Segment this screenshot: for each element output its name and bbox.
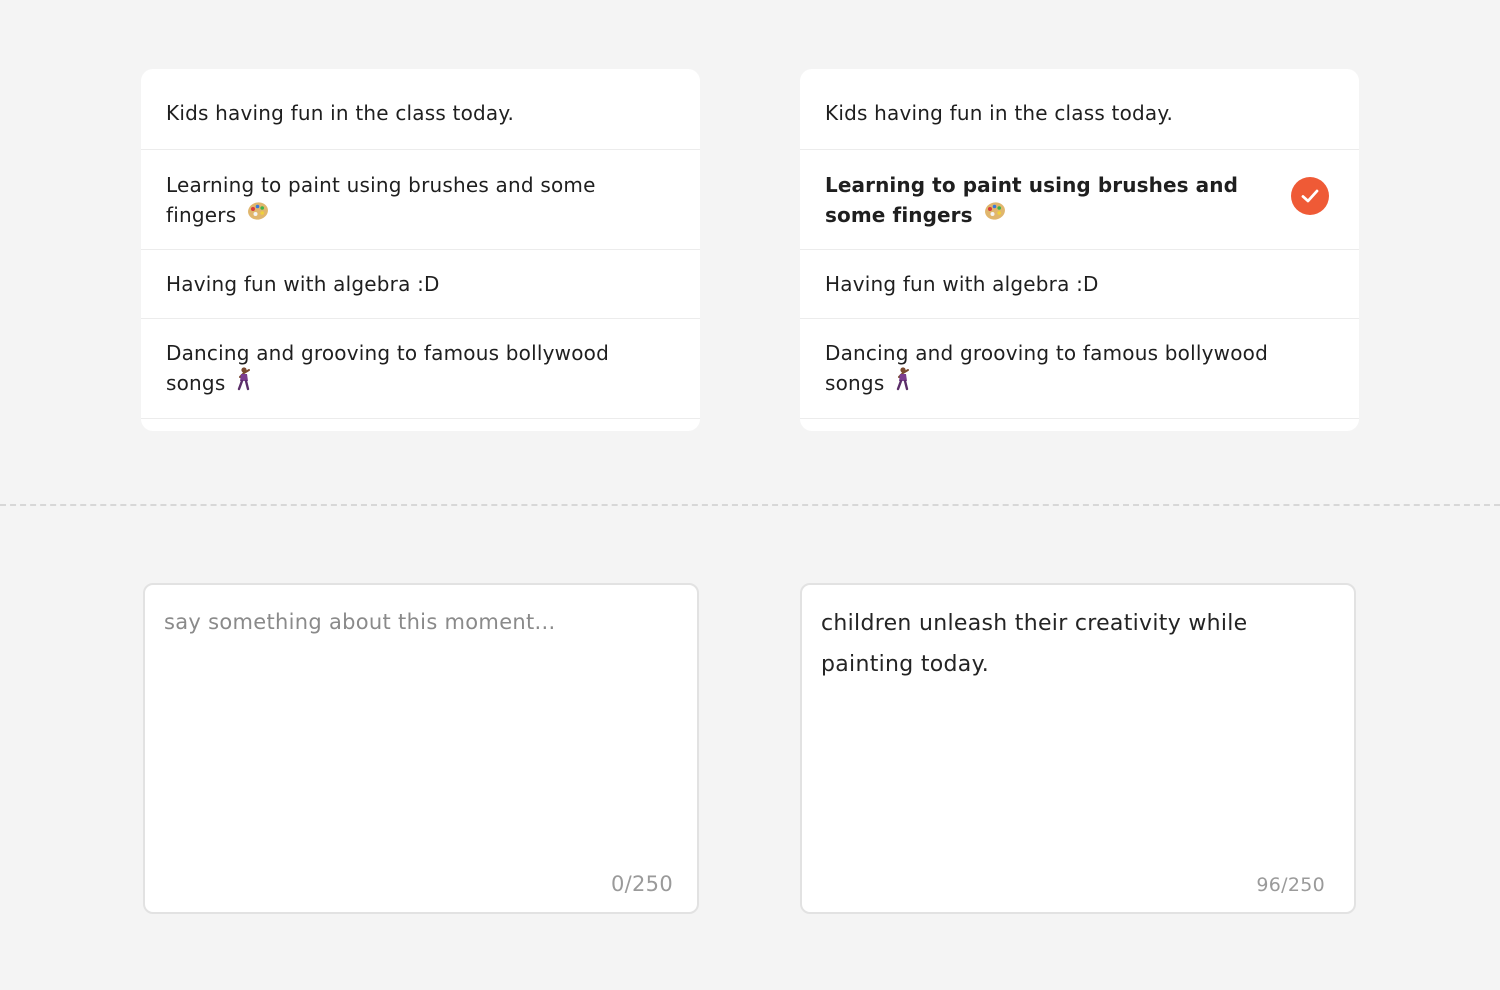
item-label: Dancing and grooving to famous bollywood… xyxy=(825,341,1268,396)
comment-textarea-filled[interactable]: children unleash their creativity while … xyxy=(800,583,1356,914)
list-item[interactable]: Dancing and grooving to famous bollywood… xyxy=(141,319,700,419)
list-item[interactable]: Learning to paint using brushes and some… xyxy=(141,150,700,250)
comment-value: children unleash their creativity while … xyxy=(821,611,1248,677)
artist-palette-icon xyxy=(984,199,1006,229)
item-label: Kids having fun in the class today. xyxy=(825,101,1174,125)
comment-textarea[interactable]: say something about this moment... 0/250 xyxy=(143,583,699,914)
item-label: Learning to paint using brushes and some… xyxy=(825,172,1239,227)
list-item[interactable]: Having fun with algebra :D xyxy=(800,250,1359,319)
item-label: Learning to paint using brushes and some… xyxy=(166,172,596,227)
list-item[interactable]: Dancing and grooving to famous bollywood… xyxy=(800,319,1359,419)
item-label: Kids having fun in the class today. xyxy=(166,101,515,125)
list-item[interactable]: Kids having fun in the class today. xyxy=(800,69,1359,150)
check-circle-icon xyxy=(1291,176,1329,215)
character-counter: 0/250 xyxy=(610,872,673,896)
list-item-selected[interactable]: Learning to paint using brushes and some… xyxy=(800,150,1359,250)
caption-options-list: Kids having fun in the class today. Lear… xyxy=(141,69,700,431)
dancer-icon xyxy=(236,367,252,399)
artist-palette-icon xyxy=(247,199,269,229)
character-counter: 96/250 xyxy=(1256,874,1325,896)
item-label: Having fun with algebra :D xyxy=(166,272,440,296)
section-divider xyxy=(0,504,1500,506)
comment-placeholder: say something about this moment... xyxy=(164,610,556,634)
list-item[interactable]: Kids having fun in the class today. xyxy=(141,69,700,150)
caption-options-list-selected: Kids having fun in the class today. Lear… xyxy=(800,69,1359,431)
list-item[interactable]: Having fun with algebra :D xyxy=(141,250,700,319)
item-label: Dancing and grooving to famous bollywood… xyxy=(166,341,609,396)
item-label: Having fun with algebra :D xyxy=(825,272,1099,296)
dancer-icon xyxy=(895,367,911,399)
